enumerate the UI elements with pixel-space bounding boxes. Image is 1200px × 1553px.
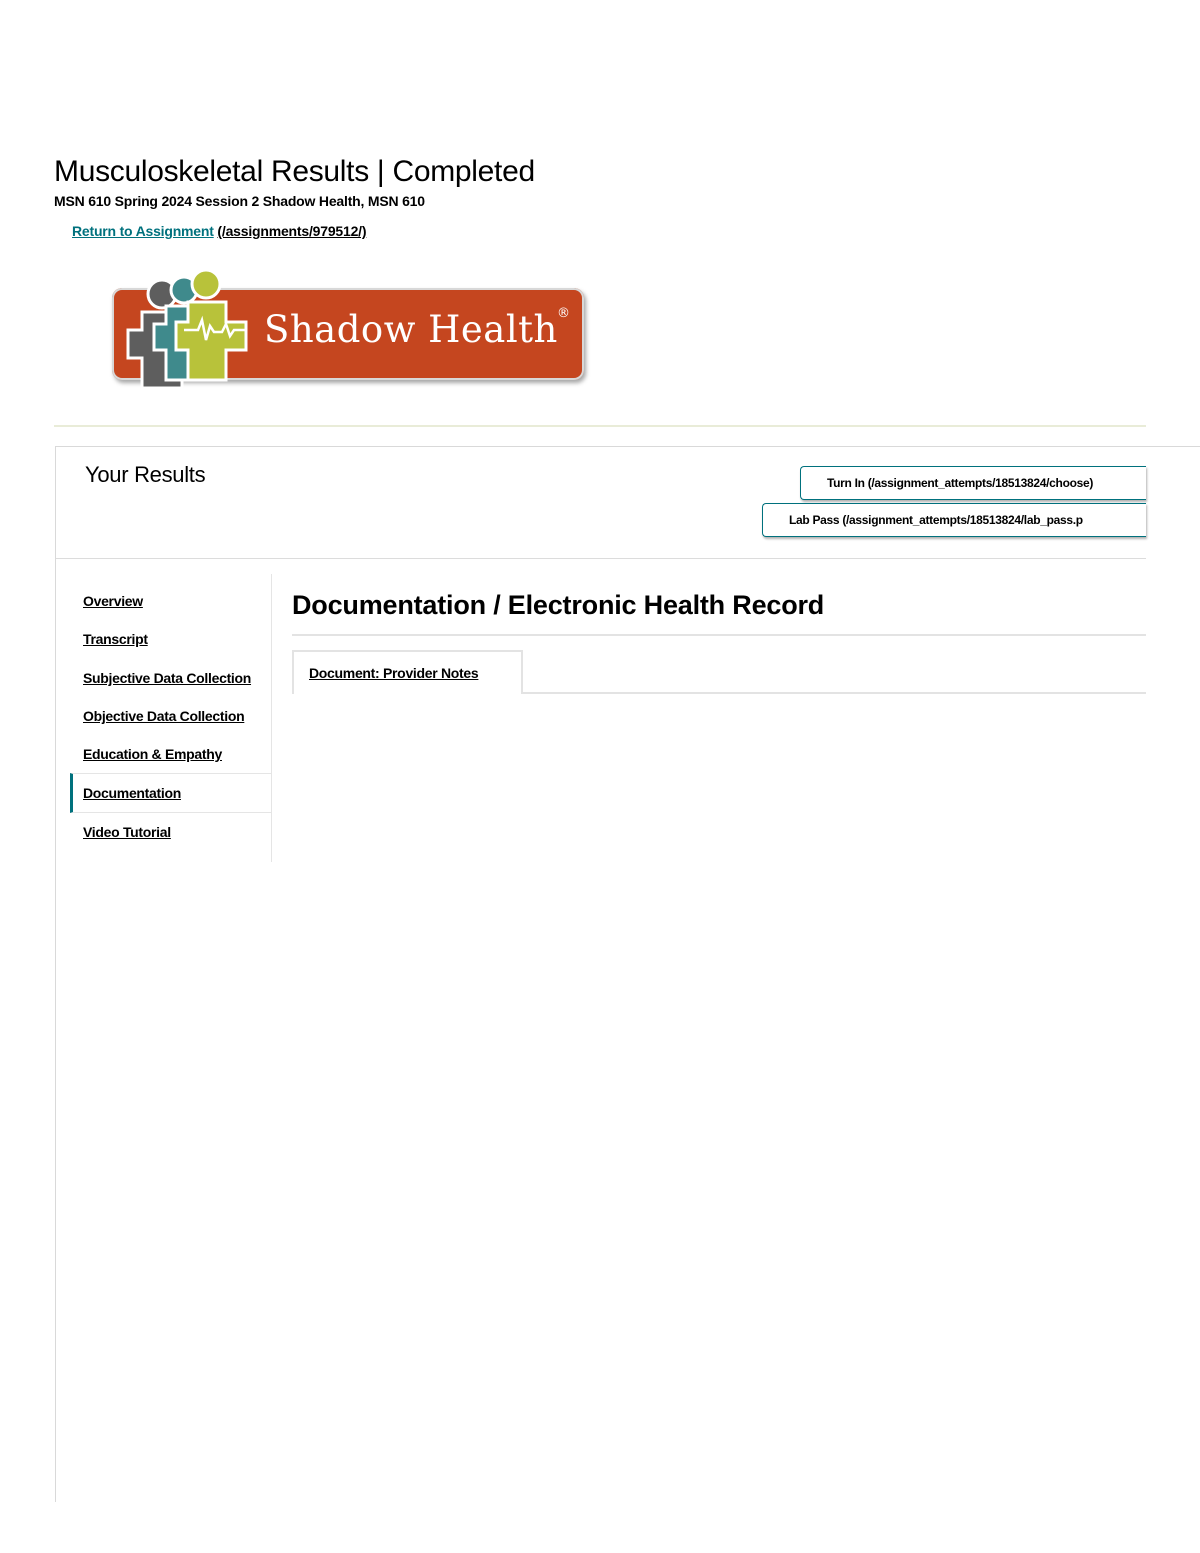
section-divider: [292, 634, 1146, 636]
sidebar-item-label[interactable]: Documentation: [83, 785, 181, 801]
results-sidebar: Overview Transcript Subjective Data Coll…: [70, 574, 272, 862]
sidebar-item-video-tutorial[interactable]: Video Tutorial: [70, 813, 272, 851]
return-to-assignment: Return to Assignment (/assignments/97951…: [72, 223, 367, 239]
turn-in-button[interactable]: Turn In (/assignment_attempts/18513824/c…: [800, 466, 1146, 500]
sidebar-item-objective-data-collection[interactable]: Objective Data Collection: [70, 697, 272, 735]
logo-text: Shadow Health: [264, 308, 558, 351]
document-tabs: Document: Provider Notes: [292, 650, 1146, 694]
page-title: Musculoskeletal Results | Completed: [54, 155, 535, 188]
sidebar-item-overview[interactable]: Overview: [70, 582, 272, 620]
sidebar-item-label[interactable]: Video Tutorial: [83, 824, 171, 840]
header-divider: [54, 425, 1146, 427]
lab-pass-button[interactable]: Lab Pass (/assignment_attempts/18513824/…: [762, 503, 1146, 537]
tab-label[interactable]: Document: Provider Notes: [309, 665, 479, 681]
results-title: Your Results: [85, 462, 206, 487]
course-subtitle: MSN 610 Spring 2024 Session 2 Shadow Hea…: [54, 193, 425, 209]
sidebar-item-label[interactable]: Transcript: [83, 631, 148, 647]
sidebar-item-label[interactable]: Objective Data Collection: [83, 708, 245, 724]
registered-mark: ®: [557, 306, 570, 321]
sidebar-item-transcript[interactable]: Transcript: [70, 620, 272, 658]
sidebar-item-label[interactable]: Subjective Data Collection: [83, 670, 251, 686]
section-title: Documentation / Electronic Health Record: [292, 590, 825, 620]
shadow-health-logo: Shadow Health ®: [108, 268, 588, 396]
sidebar-item-label[interactable]: Education & Empathy: [83, 746, 222, 762]
sidebar-item-subjective-data-collection[interactable]: Subjective Data Collection: [70, 659, 272, 697]
panel-divider: [56, 558, 1146, 559]
return-to-assignment-path: (/assignments/979512/): [217, 223, 367, 239]
sidebar-item-education-empathy[interactable]: Education & Empathy: [70, 735, 272, 773]
return-to-assignment-link[interactable]: Return to Assignment: [72, 223, 214, 239]
sidebar-item-documentation[interactable]: Documentation: [70, 773, 272, 813]
shadow-health-figure-icon: [126, 268, 248, 390]
tab-provider-notes[interactable]: Document: Provider Notes: [292, 650, 523, 694]
sidebar-item-label[interactable]: Overview: [83, 593, 143, 609]
